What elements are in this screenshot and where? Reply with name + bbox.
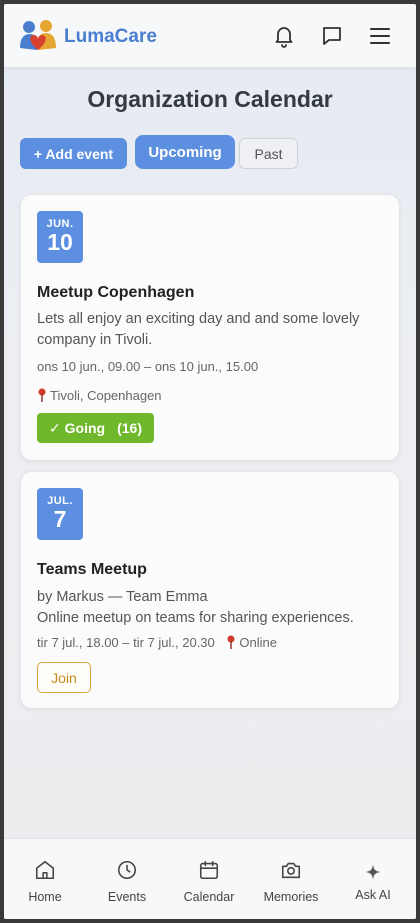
nav-events[interactable]: Events (86, 839, 168, 919)
app-frame: LumaCare Organization Calendar + Add eve… (4, 4, 416, 919)
date-badge: JUN. 10 (37, 211, 83, 263)
join-button[interactable]: Join (37, 662, 91, 693)
logo-icon[interactable] (18, 18, 58, 54)
event-time: ons 10 jun., 09.00 – ons 10 jun., 15.00 (37, 359, 259, 374)
tab-upcoming[interactable]: Upcoming (135, 135, 235, 169)
nav-memories[interactable]: Memories (250, 839, 332, 919)
event-description: Lets all enjoy an exciting day and and s… (37, 311, 360, 348)
nav-calendar[interactable]: Calendar (168, 839, 250, 919)
event-location-text: Online (239, 635, 277, 650)
nav-ask-ai[interactable]: Ask AI (332, 839, 414, 919)
pin-icon (37, 388, 47, 402)
event-card[interactable]: JUL. 7 Teams Meetup by Markus — Team Emm… (20, 471, 400, 709)
event-organizer: by Markus — Team Emma (37, 589, 208, 605)
nav-label: Home (28, 890, 62, 904)
date-day: 10 (47, 229, 73, 255)
menu-icon[interactable] (368, 24, 392, 48)
page-title: Organization Calendar (87, 86, 333, 112)
event-location: Tivoli, Copenhagen (37, 388, 162, 403)
app-header: LumaCare (4, 4, 416, 68)
going-count: (16) (117, 420, 142, 436)
date-day: 7 (53, 506, 67, 532)
bottom-nav: Home Events Calendar Memories Ask AI (4, 838, 416, 919)
event-title[interactable]: Teams Meetup (37, 561, 147, 579)
camera-icon (281, 862, 301, 879)
going-button[interactable]: ✓ Going (16) (37, 413, 154, 443)
nav-label: Events (107, 890, 147, 904)
event-title[interactable]: Meetup Copenhagen (37, 284, 194, 302)
home-icon (35, 860, 55, 880)
calendar-icon (199, 860, 219, 880)
going-label: ✓ Going (49, 419, 106, 436)
brand-name[interactable]: LumaCare (64, 26, 157, 48)
nav-label: Ask AI (355, 888, 391, 902)
event-location-text: Tivoli, Copenhagen (50, 388, 162, 403)
event-card[interactable]: JUN. 10 Meetup Copenhagen Lets all enjoy… (20, 194, 400, 461)
clock-icon (117, 860, 137, 880)
bell-icon[interactable] (272, 24, 296, 48)
event-time-location: tir 7 jul., 18.00 – tir 7 jul., 20.30 On… (37, 635, 277, 650)
pin-icon (226, 635, 236, 649)
event-time: tir 7 jul., 18.00 – tir 7 jul., 20.30 (37, 635, 215, 650)
tab-past[interactable]: Past (239, 138, 298, 169)
event-description: Online meetup on teams for sharing exper… (37, 610, 354, 626)
nav-label: Calendar (183, 890, 235, 904)
nav-label: Memories (263, 890, 319, 904)
chat-icon[interactable] (320, 24, 344, 48)
sparkle-icon (365, 864, 381, 880)
nav-home[interactable]: Home (4, 839, 86, 919)
date-badge: JUL. 7 (37, 488, 83, 540)
add-event-button[interactable]: + Add event (20, 138, 127, 169)
